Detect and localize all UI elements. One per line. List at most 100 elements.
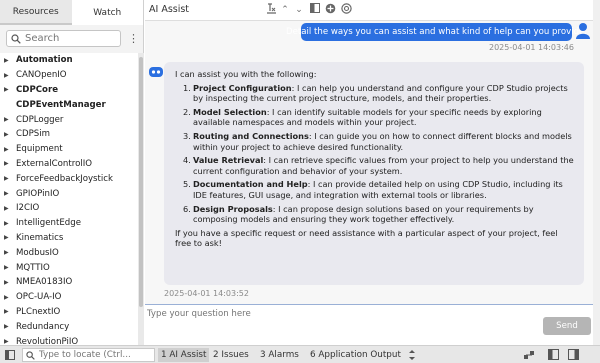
capability-title: Project Configuration — [193, 82, 292, 93]
panel-right-icon[interactable] — [568, 349, 580, 361]
tree-item[interactable]: ▶ OPC-UA-IO — [0, 290, 138, 305]
tree-item[interactable]: ▶ CDPLogger — [0, 112, 138, 127]
tree-item[interactable]: ▶ CANOpenIO — [0, 68, 138, 83]
expand-arrow-icon[interactable]: ▶ — [4, 131, 16, 138]
capability-item: 3. Routing and Connections: I can guide y… — [183, 130, 574, 152]
chat-scrollbar[interactable] — [593, 0, 600, 345]
split-view-icon[interactable] — [309, 3, 321, 17]
tree-item-label: Kinematics — [16, 232, 64, 243]
chevron-up-icon[interactable]: ⌃ — [279, 3, 291, 17]
expand-arrow-icon[interactable]: ▶ — [4, 160, 16, 167]
expand-arrow-icon[interactable]: ▶ — [4, 72, 16, 79]
expand-arrow-icon[interactable]: ▶ — [4, 294, 16, 301]
tree-item[interactable]: ▶ IntelligentEdge — [0, 216, 138, 231]
bot-avatar-icon — [149, 67, 163, 77]
expand-arrow-icon[interactable]: ▶ — [4, 234, 16, 241]
capability-item: 1. Project Configuration: I can help you … — [183, 82, 574, 104]
network-status-icon[interactable] — [523, 349, 535, 361]
capability-item: 4. Value Retrieval: I can retrieve specif… — [183, 155, 574, 176]
tree-item[interactable]: ▶ Redundancy — [0, 319, 138, 334]
output-tab-issues[interactable]: 2 Issues — [213, 348, 249, 362]
toggle-sidebar-icon[interactable] — [5, 350, 15, 360]
tree-item[interactable]: ▶ PLCnextIO — [0, 305, 138, 320]
ai-assist-panel: AI Assist ⌃ ⌄ Detail the ways you can as… — [145, 0, 600, 345]
locator-box[interactable] — [22, 348, 155, 362]
tree-item-label: IntelligentEdge — [16, 218, 81, 229]
tree-item[interactable]: ▶ NMEA0183IO — [0, 275, 138, 290]
more-options-icon[interactable]: ⋮ — [128, 32, 139, 46]
capability-number: 4. — [183, 155, 191, 166]
tree-item[interactable]: ▶ ExternalControlIO — [0, 157, 138, 172]
chevron-down-icon[interactable]: ⌄ — [293, 3, 305, 17]
assistant-capabilities-list: 1. Project Configuration: I can help you … — [175, 83, 574, 225]
assistant-intro: I can assist you with the following: — [175, 69, 317, 79]
tree-item-label: Equipment — [16, 144, 63, 155]
expand-arrow-icon[interactable]: ▶ — [4, 264, 16, 271]
expand-arrow-icon[interactable]: ▶ — [4, 338, 16, 345]
expand-arrow-icon[interactable]: ▶ — [4, 220, 16, 227]
user-message-timestamp: 2025-04-01 14:03:46 — [489, 43, 574, 52]
assistant-message: I can assist you with the following: 1. P… — [164, 62, 584, 285]
tree-item-label: MQTTIO — [16, 262, 50, 273]
expand-arrow-icon[interactable]: ▶ — [4, 175, 16, 182]
expand-arrow-icon[interactable]: ▶ — [4, 249, 16, 256]
tree-item-label: Redundancy — [16, 321, 70, 332]
expand-arrow-icon[interactable]: ▶ — [4, 116, 16, 123]
tree-scrollbar-thumb[interactable] — [139, 57, 143, 307]
tab-resources[interactable]: Resources — [0, 0, 72, 25]
locator-input[interactable] — [39, 350, 149, 360]
expand-arrow-icon[interactable]: ▶ — [4, 323, 16, 330]
output-tab-ai-assist[interactable]: 1 AI Assist — [158, 348, 210, 362]
capability-number: 2. — [183, 106, 191, 117]
tree-item-label: Automation — [16, 55, 73, 66]
tree-scrollbar[interactable] — [138, 53, 144, 345]
expand-arrow-icon[interactable]: ▶ — [4, 279, 16, 286]
panel-left-icon[interactable] — [548, 349, 560, 361]
tree-item[interactable]: ▶ GPIOPinIO — [0, 186, 138, 201]
panel-title: AI Assist — [149, 4, 190, 15]
expand-arrow-icon[interactable]: ▶ — [4, 190, 16, 197]
tree-item[interactable]: ▶ CDPCore — [0, 83, 138, 98]
tree-item[interactable]: ▶ I2CIO — [0, 201, 138, 216]
tree-item[interactable]: CDPEventManager — [0, 97, 138, 112]
settings-icon[interactable] — [340, 3, 352, 17]
updown-arrows-icon[interactable] — [407, 349, 419, 361]
tree-item-label: PLCnextIO — [16, 306, 61, 317]
tree-item-label: ExternalControlIO — [16, 158, 93, 169]
panel-header: AI Assist ⌃ ⌄ — [145, 0, 600, 21]
tab-watch[interactable]: Watch — [71, 0, 143, 25]
clear-format-icon[interactable] — [265, 3, 277, 17]
add-icon[interactable] — [324, 3, 336, 17]
tree-item[interactable]: ▶ MQTTIO — [0, 260, 138, 275]
tree-item[interactable]: ▶ Kinematics — [0, 231, 138, 246]
output-tab-application-output[interactable]: 6 Application Output — [310, 348, 401, 362]
capability-title: Design Proposals — [193, 203, 273, 214]
tree-item-label: I2CIO — [16, 203, 40, 214]
tree-item[interactable]: ▶ Equipment — [0, 142, 138, 157]
expand-arrow-icon[interactable]: ▶ — [4, 146, 16, 153]
tree-item-label: CDPLogger — [16, 114, 64, 125]
tree-item[interactable]: ▶ ModbusIO — [0, 245, 138, 260]
tree-item[interactable]: ▶ RevolutionPiIO — [0, 334, 138, 345]
tree-item[interactable]: ▶ ForceFeedbackJoystick — [0, 171, 138, 186]
chat-area: Detail the ways you can assist and what … — [145, 21, 600, 304]
tree-item-label: GPIOPinIO — [16, 188, 60, 199]
tree-item-label: NMEA0183IO — [16, 277, 73, 288]
send-button[interactable]: Send — [543, 317, 591, 335]
resource-tree: ▶ Automation ▶ CANOpenIO ▶ CDPCore CDPEventMan… — [0, 53, 138, 345]
capability-number: 6. — [183, 203, 191, 214]
capability-title: Value Retrieval — [193, 155, 264, 166]
question-input[interactable] — [147, 307, 577, 321]
tree-item[interactable]: ▶ CDPSim — [0, 127, 138, 142]
search-input[interactable] — [25, 33, 117, 44]
expand-arrow-icon[interactable]: ▶ — [4, 308, 16, 315]
tree-item[interactable]: ▶ Automation — [0, 53, 138, 68]
expand-arrow-icon[interactable]: ▶ — [4, 205, 16, 212]
expand-arrow-icon[interactable]: ▶ — [4, 57, 16, 64]
search-box[interactable] — [6, 30, 121, 47]
output-tab-alarms[interactable]: 3 Alarms — [260, 348, 299, 362]
capability-item: 5. Documentation and Help: I can provide … — [183, 179, 574, 200]
expand-arrow-icon[interactable]: ▶ — [4, 86, 16, 93]
capability-number: 5. — [183, 179, 191, 190]
capability-title: Routing and Connections — [193, 130, 309, 141]
